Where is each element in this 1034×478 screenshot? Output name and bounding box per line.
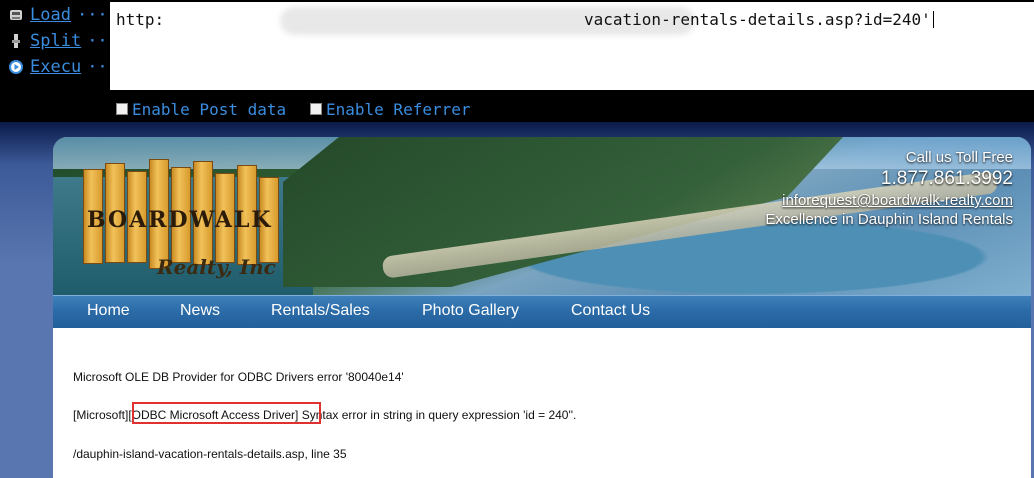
nav-rentals-sales[interactable]: Rentals/Sales — [271, 302, 370, 320]
execute-icon — [9, 60, 23, 74]
highlight-box — [132, 402, 321, 424]
main-nav: Home News Rentals/Sales Photo Gallery Co… — [53, 295, 1031, 328]
hackbar-panel: Load ··· Split ··· Execu ··· http: vacat… — [0, 0, 1034, 122]
nav-home[interactable]: Home — [87, 302, 130, 320]
logo-subtitle: Realty, Inc — [157, 255, 276, 279]
header-banner: BOARDWALK Realty, Inc Call us Toll Free … — [53, 137, 1031, 297]
enable-referrer-checkbox[interactable]: Enable Referrer — [310, 99, 471, 119]
phone-number: 1.877.861.3992 — [880, 168, 1013, 189]
error-location: /dauphin-island-vacation-rentals-details… — [73, 447, 347, 461]
boardwalk-logo[interactable]: BOARDWALK Realty, Inc — [83, 159, 283, 289]
text-caret — [932, 11, 934, 28]
load-url-icon — [10, 10, 22, 20]
nav-contact-us[interactable]: Contact Us — [571, 302, 650, 320]
site-container: BOARDWALK Realty, Inc Call us Toll Free … — [53, 137, 1031, 478]
nav-photo-gallery[interactable]: Photo Gallery — [422, 302, 519, 320]
execute-button[interactable]: Execu ··· — [8, 56, 118, 78]
split-url-button[interactable]: Split ··· — [8, 30, 118, 52]
url-textarea[interactable]: http: vacation-rentals-details.asp?id=24… — [110, 2, 1034, 90]
enable-post-data-label: Enable Post data — [132, 99, 287, 119]
url-text-start: http: — [116, 10, 165, 29]
error-source: [Microsoft] — [73, 408, 129, 422]
url-text-end-wrap: vacation-rentals-details.asp?id=240' — [584, 10, 934, 29]
split-url-icon — [12, 34, 20, 48]
call-label: Call us Toll Free — [905, 149, 1013, 166]
checkbox-box[interactable] — [310, 103, 322, 115]
email-link[interactable]: inforequest@boardwalk-realty.com — [765, 192, 1013, 209]
logo-wordmark: BOARDWALK — [87, 207, 273, 233]
contact-block: Call us Toll Free 1.877.861.3992 inforeq… — [765, 149, 1013, 228]
enable-post-data-checkbox[interactable]: Enable Post data — [116, 99, 286, 119]
browser-viewport: BOARDWALK Realty, Inc Call us Toll Free … — [0, 122, 1034, 478]
load-url-button[interactable]: Load ··· — [8, 4, 108, 26]
checkbox-box[interactable] — [116, 103, 128, 115]
nav-news[interactable]: News — [180, 302, 220, 320]
error-heading: Microsoft OLE DB Provider for ODBC Drive… — [73, 370, 404, 384]
url-text-end: vacation-rentals-details.asp?id=240' — [584, 10, 931, 29]
enable-referrer-label: Enable Referrer — [326, 99, 471, 119]
tagline: Excellence in Dauphin Island Rentals — [765, 211, 1013, 228]
error-detail: Syntax error in string in query expressi… — [298, 408, 577, 422]
